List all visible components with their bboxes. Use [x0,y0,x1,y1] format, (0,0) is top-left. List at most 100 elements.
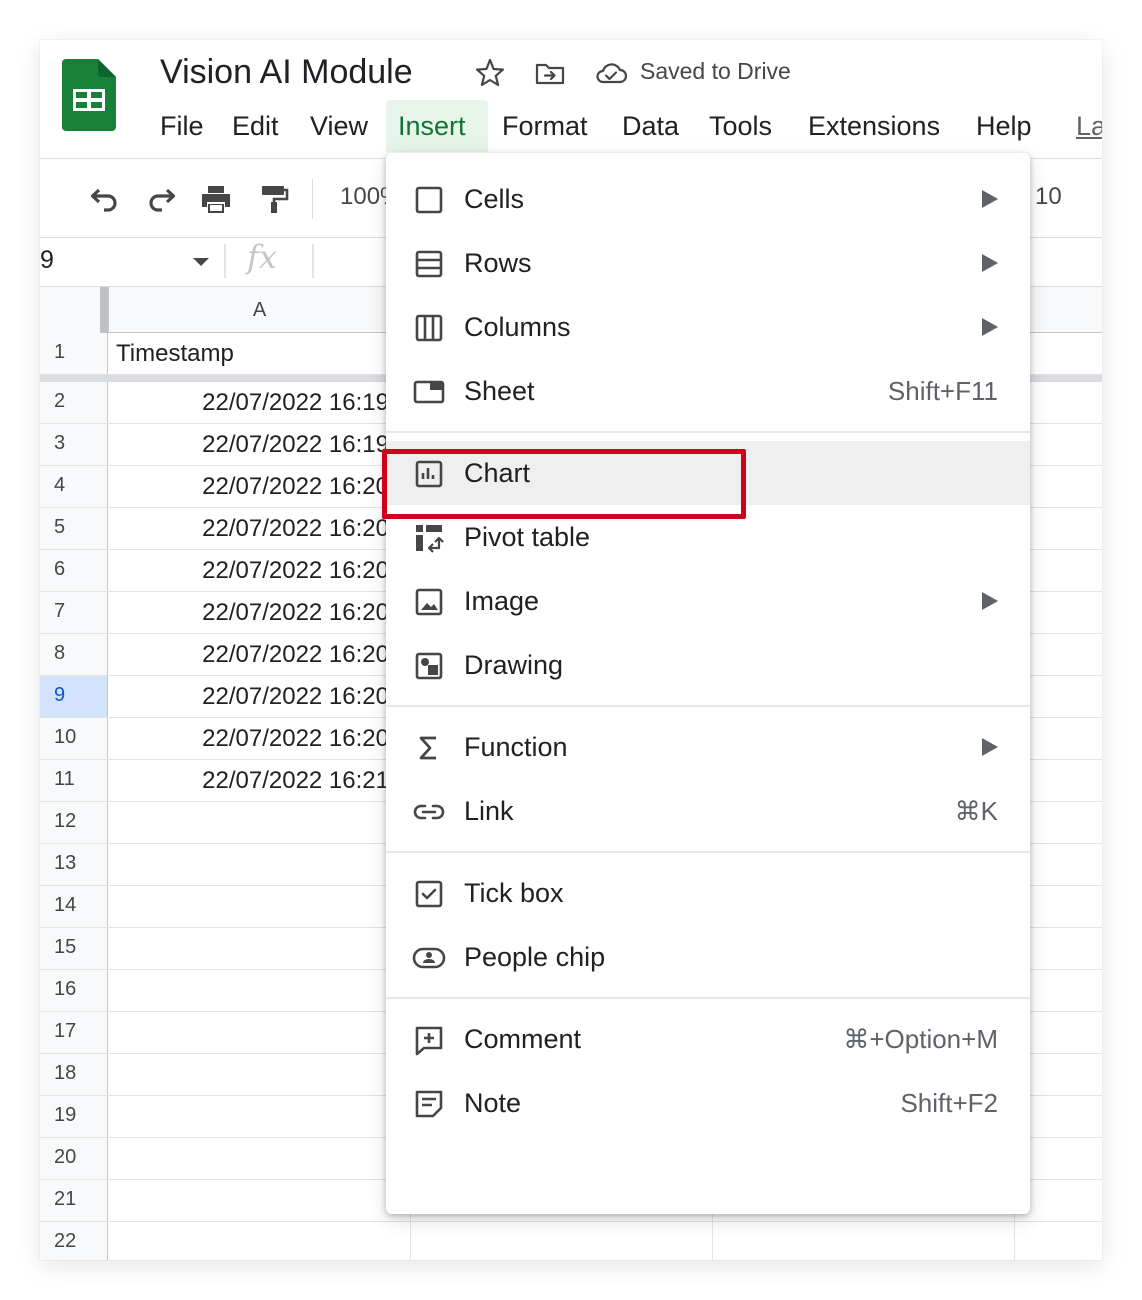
note-icon [415,1090,443,1118]
row-number[interactable]: 2 [40,382,108,423]
select-all-corner[interactable] [40,287,108,333]
row-number[interactable]: 10 [40,718,108,759]
menu-item-shortcut: Shift+F2 [900,1088,998,1118]
cell-timestamp-header[interactable]: Timestamp [116,333,406,374]
menu-item-link[interactable]: Link ⌘K [386,779,1030,843]
menu-last-edit-link[interactable]: La [1076,100,1102,152]
document-title[interactable]: Vision AI Module [160,53,413,92]
menu-item-columns[interactable]: Columns [386,295,1030,359]
toolbar-separator [312,179,313,219]
cell-timestamp[interactable]: 22/07/2022 16:20:3 [109,676,409,717]
cell-timestamp[interactable] [109,886,409,927]
pivot-table-icon [416,525,444,553]
row-number[interactable]: 6 [40,550,108,591]
cell-timestamp[interactable] [109,928,409,969]
cell-timestamp[interactable] [109,1138,409,1179]
freeze-handle[interactable] [100,287,108,333]
redo-icon[interactable] [144,181,180,217]
menu-edit[interactable]: Edit [232,100,279,152]
row-number[interactable]: 22 [40,1222,108,1260]
menu-item-label: Columns [464,312,571,342]
menu-item-function[interactable]: Function [386,715,1030,779]
cell-timestamp[interactable]: 22/07/2022 16:19:3 [109,382,409,423]
menu-item-label: Note [464,1088,522,1118]
star-icon[interactable] [474,57,506,89]
name-box[interactable]: 9 [40,246,54,275]
cell-timestamp[interactable] [109,1180,409,1221]
menu-item-image[interactable]: Image [386,569,1030,633]
row-number[interactable]: 1 [40,333,108,374]
row-number[interactable]: 20 [40,1138,108,1179]
menu-item-tick-box[interactable]: Tick box [386,861,1030,925]
cell-timestamp[interactable] [109,1222,409,1260]
cell-timestamp[interactable]: 22/07/2022 16:20:3 [109,718,409,759]
menu-item-note[interactable]: Note Shift+F2 [386,1071,1030,1135]
image-icon [415,588,443,616]
google-sheets-window: Vision AI Module Saved to Drive File Edi… [40,40,1102,1260]
row-number[interactable]: 13 [40,844,108,885]
menu-item-pivot-table[interactable]: Pivot table [386,505,1030,569]
cell-timestamp[interactable]: 22/07/2022 16:19:4 [109,424,409,465]
cell-timestamp[interactable] [109,1096,409,1137]
row-number[interactable]: 21 [40,1180,108,1221]
menu-item-comment[interactable]: Comment ⌘+Option+M [386,1007,1030,1071]
menu-file[interactable]: File [160,100,204,152]
menu-extensions[interactable]: Extensions [808,100,940,152]
cell-timestamp[interactable]: 22/07/2022 16:20:0 [109,466,409,507]
row-number[interactable]: 12 [40,802,108,843]
menu-item-chart[interactable]: Chart [386,441,1030,505]
menu-insert[interactable]: Insert [386,100,488,152]
cloud-saved-icon[interactable] [594,57,628,89]
sigma-icon [419,736,436,760]
menu-item-label: Image [464,586,540,616]
row-number[interactable]: 18 [40,1054,108,1095]
cell-timestamp[interactable] [109,1054,409,1095]
cell-timestamp[interactable] [109,1012,409,1053]
menu-item-label: Chart [464,458,531,488]
cell-timestamp[interactable] [109,802,409,843]
font-size-input[interactable]: 10 [1035,183,1062,211]
menu-item-label: Cells [464,184,525,214]
cells-icon [415,186,443,214]
name-box-dropdown-icon[interactable] [193,258,209,266]
cell-timestamp[interactable]: 22/07/2022 16:20:1 [109,550,409,591]
row-number[interactable]: 7 [40,592,108,633]
row-number[interactable]: 8 [40,634,108,675]
row-number[interactable]: 15 [40,928,108,969]
row-number[interactable]: 9 [40,676,108,717]
row-number[interactable]: 11 [40,760,108,801]
menu-format[interactable]: Format [502,100,588,152]
menu-separator [386,431,1030,433]
menu-help[interactable]: Help [976,100,1032,152]
saved-status[interactable]: Saved to Drive [640,58,791,85]
cell-timestamp[interactable]: 22/07/2022 16:20:2 [109,634,409,675]
menu-item-drawing[interactable]: Drawing [386,633,1030,697]
cell-timestamp[interactable] [109,970,409,1011]
row-number[interactable]: 16 [40,970,108,1011]
menu-item-cells[interactable]: Cells [386,167,1030,231]
row-number[interactable]: 19 [40,1096,108,1137]
row-number[interactable]: 14 [40,886,108,927]
cell-timestamp[interactable] [109,844,409,885]
cell-timestamp[interactable]: 22/07/2022 16:21:1 [109,760,409,801]
menu-item-sheet[interactable]: Sheet Shift+F11 [386,359,1030,423]
cell-timestamp[interactable]: 22/07/2022 16:20:2 [109,592,409,633]
print-icon[interactable] [198,181,234,217]
menu-view[interactable]: View [310,100,368,152]
paint-format-icon[interactable] [256,181,292,217]
row-number[interactable]: 17 [40,1012,108,1053]
row-number[interactable]: 3 [40,424,108,465]
row-number[interactable]: 5 [40,508,108,549]
menu-data[interactable]: Data [622,100,679,152]
menu-tools[interactable]: Tools [709,100,772,152]
menu-item-shortcut: Shift+F11 [887,376,998,406]
menu-item-people-chip[interactable]: People chip [386,925,1030,989]
column-header-a[interactable]: A [108,287,410,333]
cell-timestamp[interactable]: 22/07/2022 16:20:0 [109,508,409,549]
link-icon [413,804,445,820]
menu-item-rows[interactable]: Rows [386,231,1030,295]
undo-icon[interactable] [86,181,122,217]
row-number[interactable]: 4 [40,466,108,507]
move-to-folder-icon[interactable] [534,57,566,89]
menu-item-label: Tick box [464,878,564,908]
